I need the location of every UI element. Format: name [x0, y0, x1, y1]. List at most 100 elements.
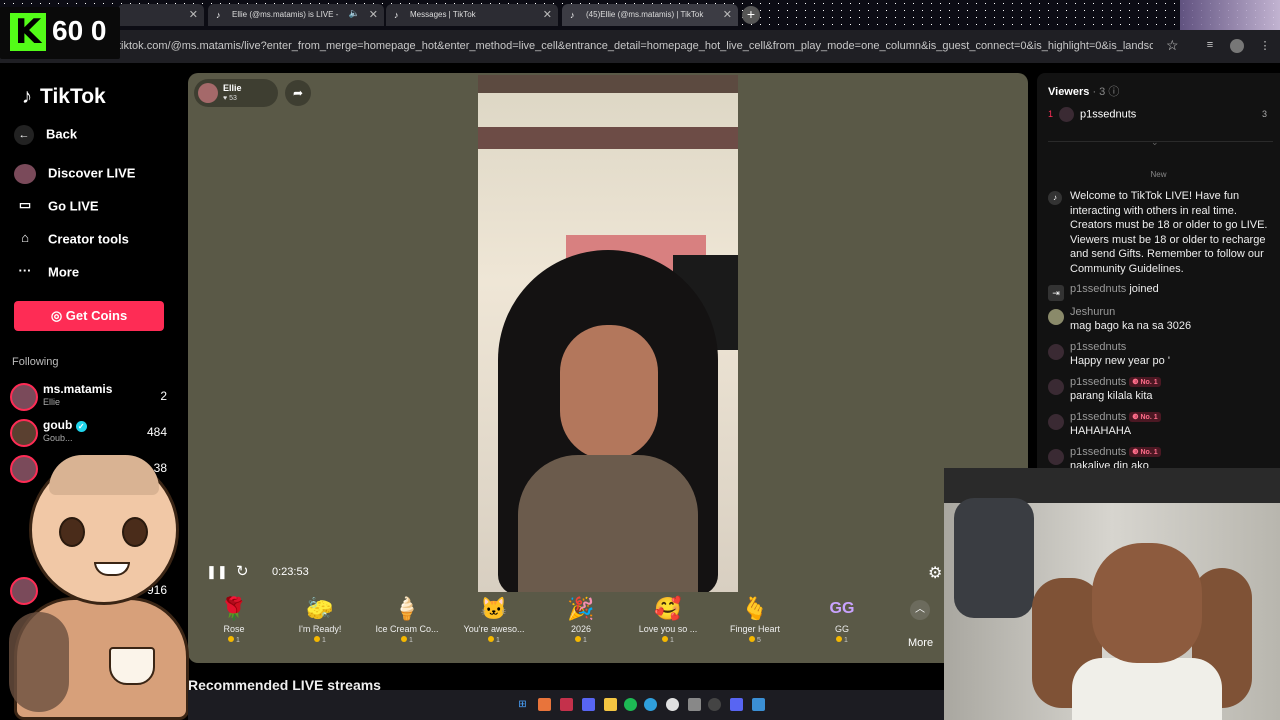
- gift-name: Finger Heart: [729, 624, 781, 634]
- host-badge[interactable]: Ellie ♥ 53: [194, 79, 278, 107]
- app-icon[interactable]: [560, 698, 573, 711]
- live-video[interactable]: [478, 75, 738, 592]
- gift-rose[interactable]: 🌹 Rose 1: [194, 594, 274, 644]
- following-item[interactable]: goub ✓ Goub... 484: [10, 417, 175, 449]
- close-tab-icon[interactable]: ✕: [543, 8, 552, 21]
- app-icon[interactable]: [538, 698, 551, 711]
- gift-gg[interactable]: GG GG 1: [802, 594, 882, 644]
- more-gifts-button[interactable]: More: [908, 637, 933, 649]
- viewers-header[interactable]: Viewers · 3 ⓘ: [1048, 83, 1119, 99]
- avatar: [10, 383, 38, 411]
- back-label: Back: [46, 126, 78, 142]
- number-2026-icon: 🎉: [567, 596, 595, 621]
- gift-name: Ice Cream Co...: [375, 624, 439, 634]
- browser-tab-3[interactable]: ♪ Messages | TikTok ✕: [386, 4, 558, 26]
- nav-discover-live[interactable]: Discover LIVE: [14, 164, 135, 184]
- gift-price: 1: [541, 636, 621, 644]
- following-sub: Ellie: [43, 397, 61, 407]
- pause-icon[interactable]: ❚❚: [206, 564, 228, 580]
- top-viewer-row[interactable]: 1 p1ssednuts 3: [1048, 107, 1273, 122]
- chat-username[interactable]: p1ssednuts: [1070, 341, 1126, 353]
- avatar: [1048, 414, 1064, 430]
- gift-love-you[interactable]: 🥰 Love you so ... 1: [628, 594, 708, 644]
- badge-icon: ❸: [1132, 414, 1141, 421]
- speaker-icon[interactable]: 🔈: [349, 8, 360, 19]
- browser-tab-4[interactable]: ♪ (45)Ellie (@ms.matamis) | TikTok ✕: [562, 4, 738, 26]
- profile-avatar[interactable]: [1230, 39, 1244, 53]
- share-icon[interactable]: ➦: [285, 80, 311, 106]
- coin-icon: [228, 636, 235, 642]
- rank-badge: ❸ No. 1: [1129, 377, 1161, 387]
- chat-username[interactable]: Jeshurun: [1070, 306, 1115, 318]
- nav-go-live[interactable]: ▭ Go LIVE: [14, 197, 99, 217]
- gift-ice-cream[interactable]: 🍦 Ice Cream Co... 1: [367, 594, 447, 644]
- chat-username-line[interactable]: p1ssednuts ❸ No. 1: [1070, 376, 1161, 388]
- coin-icon: [488, 636, 495, 642]
- following-item[interactable]: ms.matamis Ellie 2: [10, 381, 175, 413]
- chat-username-line[interactable]: p1ssednuts ❸ No. 1: [1070, 411, 1161, 423]
- obs-icon[interactable]: [708, 698, 721, 711]
- close-tab-icon[interactable]: ✕: [723, 8, 732, 21]
- media-control-icon[interactable]: ≡: [1203, 39, 1217, 53]
- new-tab-button[interactable]: +: [742, 6, 760, 24]
- viewer-rank: 1: [1048, 109, 1054, 120]
- url-field[interactable]: tiktok.com/@ms.matamis/live?enter_from_m…: [118, 40, 1153, 52]
- gift-price-value: 1: [496, 637, 500, 644]
- badge-icon: ❸: [1132, 379, 1141, 386]
- settings-gear-icon[interactable]: ⚙: [928, 563, 942, 583]
- brand-name: TikTok: [40, 85, 106, 108]
- close-tab-icon[interactable]: ✕: [369, 8, 378, 21]
- home-icon: ⌂: [21, 230, 29, 245]
- app-icon[interactable]: [752, 698, 765, 711]
- close-tab-icon[interactable]: ✕: [189, 8, 198, 21]
- get-coins-button[interactable]: ◎ Get Coins: [14, 301, 164, 331]
- chat-text: nakalive din ako: [1070, 460, 1149, 468]
- avatar-tattoo: [9, 612, 69, 712]
- discord-icon[interactable]: [730, 698, 743, 711]
- edge-icon[interactable]: [644, 698, 657, 711]
- viewer-count: 484: [146, 425, 167, 439]
- chat-username-line[interactable]: p1ssednuts ❸ No. 1: [1070, 446, 1161, 458]
- avatar: [1048, 379, 1064, 395]
- gift-name: You're aweso...: [463, 624, 525, 634]
- nav-creator-tools[interactable]: ⌂ Creator tools: [14, 230, 129, 250]
- coin-icon: [575, 636, 582, 642]
- gift-name: 2026: [570, 624, 592, 634]
- gift-price-value: 5: [757, 637, 761, 644]
- chevron-up-icon[interactable]: ︿: [910, 600, 930, 620]
- browser-tab-1[interactable]: ✕: [118, 4, 204, 26]
- chat-text: parang kilala kita: [1070, 390, 1153, 402]
- nav-more[interactable]: ··· More: [14, 263, 80, 283]
- viewer-count: 2: [160, 389, 167, 403]
- folder-icon[interactable]: [604, 698, 617, 711]
- avatar-hair: [49, 455, 159, 495]
- gift-2026[interactable]: 🎉 2026 1: [541, 594, 621, 644]
- gift-im-ready[interactable]: 🧽 I'm Ready! 1: [280, 594, 360, 644]
- discord-icon[interactable]: [582, 698, 595, 711]
- gift-finger-heart[interactable]: 🫰 Finger Heart 5: [715, 594, 795, 644]
- browser-menu-icon[interactable]: ⋮: [1258, 39, 1272, 53]
- gg-icon: GG: [829, 600, 855, 617]
- gift-youre-awesome[interactable]: 🐱 You're aweso... 1: [454, 594, 534, 644]
- chevron-down-icon[interactable]: ⌄: [1151, 137, 1159, 148]
- join-username[interactable]: p1ssednuts: [1070, 283, 1126, 295]
- cam-shirt: [1072, 658, 1222, 720]
- bookmark-star-icon[interactable]: ☆: [1166, 37, 1179, 54]
- tiktok-logo[interactable]: ♪ TikTok: [18, 85, 106, 109]
- windows-start-icon[interactable]: ⊞: [516, 698, 529, 711]
- info-icon[interactable]: ⓘ: [1108, 86, 1119, 98]
- following-name-text: goub: [43, 418, 73, 432]
- app-icon[interactable]: [688, 698, 701, 711]
- chrome-icon[interactable]: [666, 698, 679, 711]
- spotify-icon[interactable]: [624, 698, 637, 711]
- welcome-message: Welcome to TikTok LIVE! Have fun interac…: [1070, 190, 1268, 275]
- avatar: [10, 419, 38, 447]
- gift-name: I'm Ready!: [298, 624, 342, 634]
- following-name: goub ✓: [43, 418, 87, 432]
- browser-tab-2[interactable]: ♪ Ellie (@ms.matamis) is LIVE - 🔈 ✕: [208, 4, 384, 26]
- refresh-icon[interactable]: ↻: [236, 562, 249, 580]
- back-button[interactable]: ← Back: [14, 125, 77, 145]
- webcam-overlay: [944, 468, 1280, 720]
- heart-face-icon: 🥰: [654, 596, 682, 621]
- corner-thumbnail: [1180, 0, 1280, 30]
